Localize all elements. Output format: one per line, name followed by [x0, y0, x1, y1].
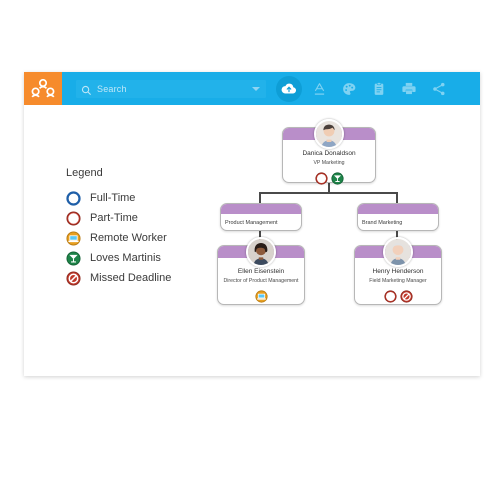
legend-item-loves-martinis[interactable]: Loves Martinis: [66, 248, 171, 268]
node-header-band: [221, 204, 301, 214]
org-chart-people-icon: [31, 78, 55, 99]
app-logo[interactable]: [24, 72, 62, 105]
org-node-root[interactable]: Danica Donaldson VP Marketing: [282, 119, 376, 185]
org-node-henry-henderson[interactable]: Henry Henderson Field Marketing Manager: [354, 237, 442, 305]
clipboard-button[interactable]: [366, 76, 392, 102]
org-node-ellen-eisenstein[interactable]: Ellen Eisenstein Director of Product Man…: [217, 237, 305, 305]
part-time-half-moon-icon[interactable]: [314, 172, 328, 185]
martini-glass-icon[interactable]: [330, 172, 344, 185]
avatar: [246, 237, 276, 267]
missed-deadline-ban-icon[interactable]: [399, 290, 413, 303]
node-department-name: Brand Marketing: [362, 220, 403, 226]
node-body: Ellen Eisenstein Director of Product Man…: [218, 268, 304, 303]
remote-worker-laptop-icon: [66, 230, 81, 246]
palette-icon: [342, 82, 356, 96]
legend-item-part-time[interactable]: Part-Time: [66, 208, 171, 228]
legend-item-label: Missed Deadline: [90, 272, 172, 284]
printer-icon: [402, 82, 416, 95]
martini-glass-icon: [66, 250, 81, 266]
full-time-ring-icon: [66, 190, 81, 206]
remote-worker-laptop-icon[interactable]: [254, 290, 268, 303]
share-button[interactable]: [426, 76, 452, 102]
legend-item-remote-worker[interactable]: Remote Worker: [66, 228, 171, 248]
node-person-title: Field Marketing Manager: [369, 278, 427, 284]
node-body: Danica Donaldson VP Marketing: [283, 150, 375, 185]
node-person-title: VP Marketing: [313, 160, 345, 166]
part-time-half-moon-icon: [66, 210, 81, 226]
share-icon: [432, 82, 446, 96]
legend-item-label: Loves Martinis: [90, 252, 161, 264]
cloud-upload-icon: [281, 82, 297, 95]
part-time-half-moon-icon[interactable]: [383, 290, 397, 303]
search-input[interactable]: Search: [97, 84, 127, 94]
missed-deadline-ban-icon: [66, 270, 81, 286]
connector-to-dept-pm: [259, 192, 261, 203]
search-icon: [81, 83, 92, 96]
print-button[interactable]: [396, 76, 422, 102]
org-node-dept-brand-marketing[interactable]: Brand Marketing: [357, 203, 439, 231]
legend: Legend Full-Time Part-Time Remote Worker…: [66, 167, 171, 288]
legend-item-label: Full-Time: [90, 192, 136, 204]
toolbar-buttons: [274, 75, 454, 102]
node-person-name: Ellen Eisenstein: [237, 268, 285, 275]
node-badges: [218, 290, 304, 303]
clipboard-icon: [373, 81, 385, 96]
legend-item-missed-deadline[interactable]: Missed Deadline: [66, 268, 171, 288]
node-badges: [283, 172, 375, 185]
legend-item-label: Part-Time: [90, 212, 138, 224]
node-person-name: Danica Donaldson: [302, 150, 356, 157]
org-node-dept-product-management[interactable]: Product Management: [220, 203, 302, 231]
node-department-name: Product Management: [225, 220, 278, 226]
avatar: [314, 119, 344, 149]
cloud-upload-button[interactable]: [276, 75, 302, 102]
node-badges: [355, 290, 441, 303]
legend-title: Legend: [66, 167, 103, 179]
org-chart-app-window: Search Legend Full-Time Part-Time Remote…: [24, 72, 480, 376]
diagram-canvas[interactable]: Legend Full-Time Part-Time Remote Worker…: [24, 105, 480, 376]
chevron-down-icon[interactable]: [252, 86, 260, 91]
search-field[interactable]: Search: [76, 79, 266, 98]
legend-item-full-time[interactable]: Full-Time: [66, 188, 171, 208]
avatar: [383, 237, 413, 267]
text-underline-a-icon: [313, 82, 326, 96]
node-body: Henry Henderson Field Marketing Manager: [355, 268, 441, 303]
org-chart: Danica Donaldson VP Marketing Product Ma…: [214, 115, 444, 365]
node-person-title: Director of Product Management: [223, 278, 299, 284]
connector-to-dept-bm: [396, 192, 398, 203]
node-person-name: Henry Henderson: [372, 268, 424, 275]
theme-palette-button[interactable]: [336, 76, 362, 102]
app-toolbar: Search: [24, 72, 480, 105]
legend-item-label: Remote Worker: [90, 232, 167, 244]
text-format-button[interactable]: [306, 76, 332, 102]
node-header-band: [358, 204, 438, 214]
connector-horizontal-bus: [259, 192, 398, 194]
